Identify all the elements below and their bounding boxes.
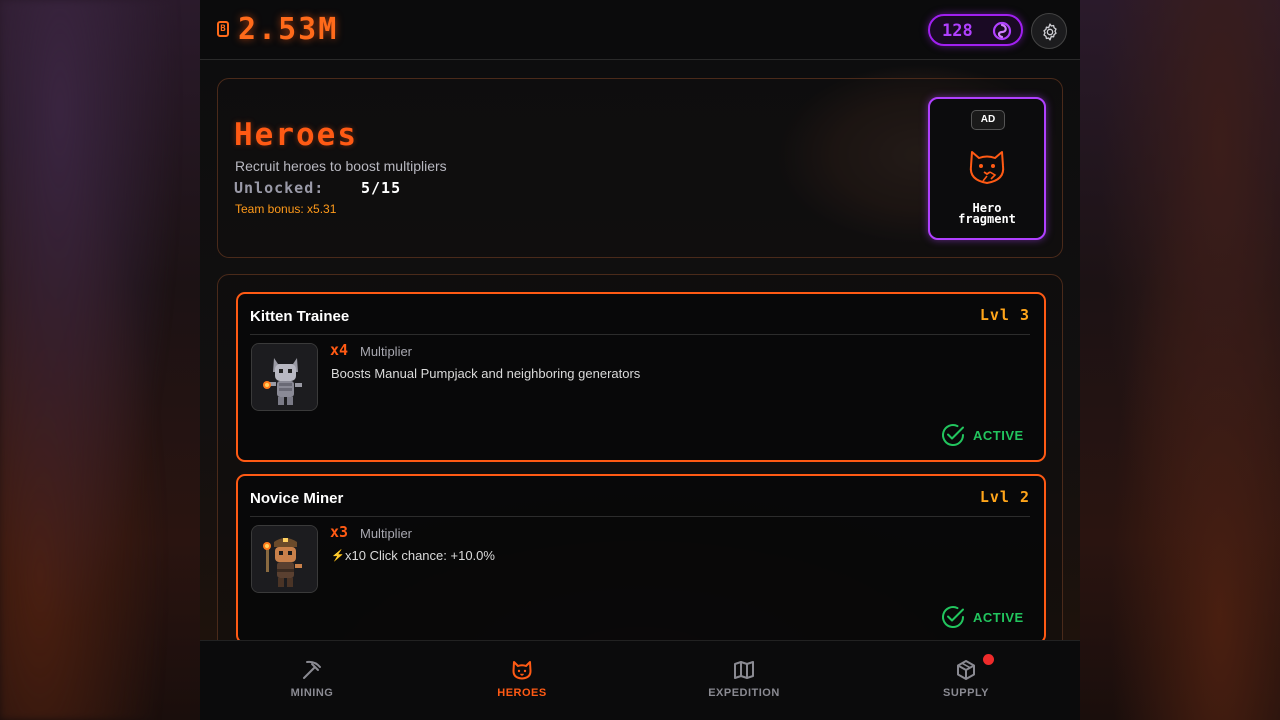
- hero-card-novice-miner[interactable]: Novice Miner Lvl 2 x3 Multiplier ⚡ x10 C…: [236, 474, 1046, 644]
- cat-icon: [512, 661, 532, 680]
- cat-face-icon: [969, 151, 1005, 184]
- gear-icon: [1043, 23, 1057, 41]
- page-subtitle: Recruit heroes to boost multipliers: [235, 158, 447, 174]
- hero-fragment-label-line2: fragment: [958, 212, 1016, 226]
- multiplier-label: Multiplier: [360, 526, 413, 541]
- nav-label-heroes: HEROES: [497, 687, 547, 699]
- multiplier-value: x4: [330, 341, 349, 359]
- heroes-header-card: Heroes Recruit heroes to boost multiplie…: [217, 78, 1063, 258]
- ad-badge: AD: [971, 110, 1005, 130]
- unlocked-label: Unlocked:: [234, 179, 325, 197]
- nav-label-expedition: EXPEDITION: [708, 687, 780, 699]
- hero-portrait-kitten-trainee: [251, 343, 318, 411]
- bottom-nav: MINING HEROES EXPEDITION SUPPLY: [200, 640, 1080, 720]
- divider: [250, 516, 1030, 517]
- nav-tab-heroes[interactable]: HEROES: [462, 641, 582, 720]
- coin-icon: B: [217, 21, 229, 37]
- pickaxe-icon: [303, 660, 321, 679]
- hero-name: Novice Miner: [250, 490, 344, 507]
- nav-tab-expedition[interactable]: EXPEDITION: [684, 641, 804, 720]
- gem-count: 128: [942, 21, 973, 41]
- bolt-icon: ⚡: [331, 550, 345, 562]
- notification-dot: [983, 654, 994, 665]
- divider: [250, 334, 1030, 335]
- box-icon: [957, 660, 975, 680]
- nav-label-supply: SUPPLY: [942, 687, 989, 699]
- novice-miner-sprite: [252, 526, 317, 592]
- status-label: ACTIVE: [973, 428, 1024, 443]
- hero-level: Lvl 2: [979, 488, 1030, 506]
- top-bar: B 2.53M 128: [200, 0, 1080, 60]
- unlocked-count: 5/15: [361, 179, 402, 197]
- kitten-trainee-sprite: [252, 344, 317, 410]
- nav-tab-mining[interactable]: MINING: [252, 641, 372, 720]
- check-circle-icon: [942, 606, 965, 629]
- hero-name: Kitten Trainee: [250, 308, 350, 325]
- game-app: B 2.53M 128 Heroes Recruit heroes to boo…: [200, 0, 1080, 720]
- team-bonus: Team bonus: x5.31: [235, 202, 337, 216]
- multiplier-value: x3: [330, 523, 349, 541]
- status-label: ACTIVE: [973, 610, 1024, 625]
- multiplier-label: Multiplier: [360, 344, 413, 359]
- check-circle-icon: [942, 424, 965, 447]
- status-badge: ACTIVE: [940, 604, 1032, 630]
- background-right: [1080, 0, 1280, 720]
- hero-fragment-ad-button[interactable]: AD Hero fragment: [928, 97, 1046, 240]
- page-title: Heroes: [234, 117, 358, 153]
- gem-counter[interactable]: 128: [928, 14, 1023, 46]
- hero-description: Boosts Manual Pumpjack and neighboring g…: [331, 366, 641, 381]
- hero-fragment-label: Hero fragment: [930, 202, 1044, 226]
- map-icon: [734, 661, 754, 679]
- hero-portrait-novice-miner: [251, 525, 318, 593]
- hero-description: x10 Click chance: +10.0%: [345, 548, 495, 563]
- status-badge: ACTIVE: [940, 422, 1032, 448]
- nav-tab-supply[interactable]: SUPPLY: [906, 641, 1026, 720]
- settings-button[interactable]: [1031, 13, 1067, 49]
- background-left: [0, 0, 200, 720]
- currency-balance: 2.53M: [238, 12, 339, 47]
- swirl-gem-icon: [992, 21, 1012, 41]
- nav-label-mining: MINING: [290, 687, 334, 699]
- hero-list: Kitten Trainee Lvl 3 x4 Multiplier Boost…: [217, 274, 1063, 654]
- hero-card-kitten-trainee[interactable]: Kitten Trainee Lvl 3 x4 Multiplier Boost…: [236, 292, 1046, 462]
- hero-level: Lvl 3: [979, 306, 1030, 324]
